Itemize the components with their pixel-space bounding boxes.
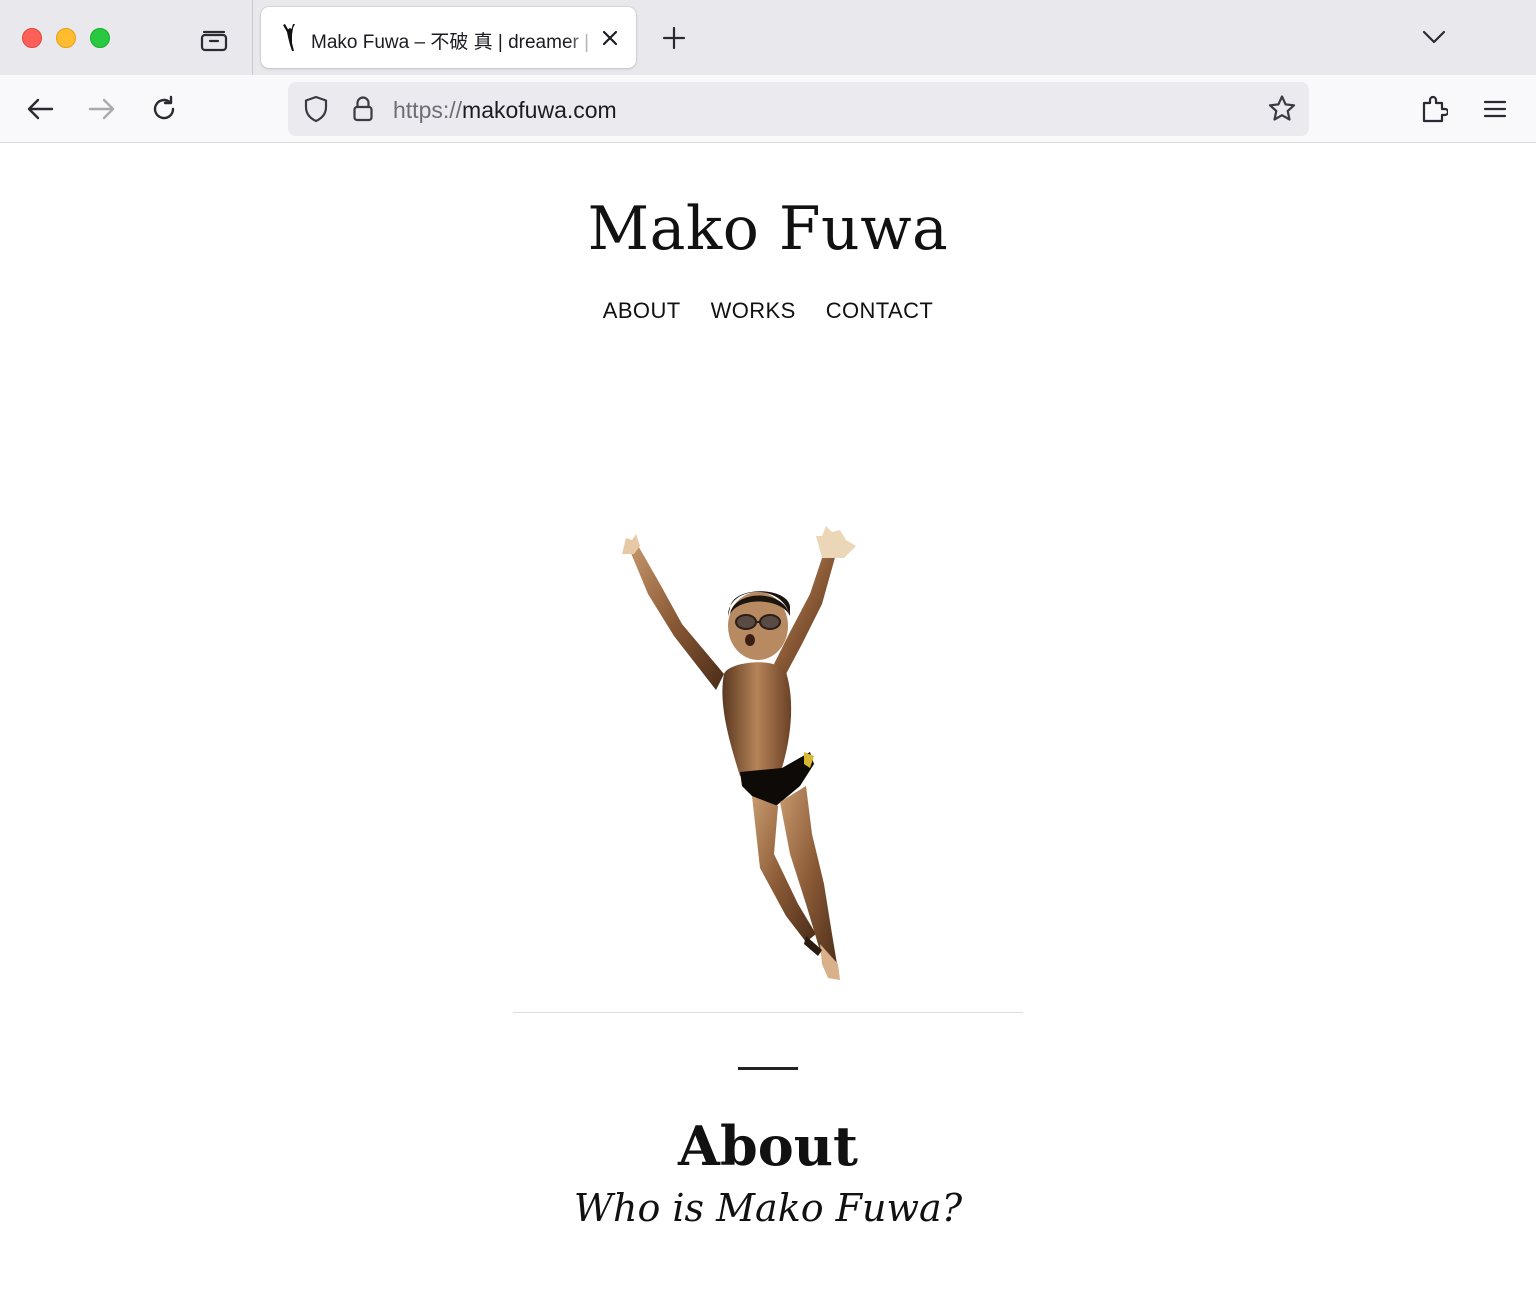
window-zoom-button[interactable] — [90, 28, 110, 48]
chevron-down-icon[interactable] — [1414, 18, 1454, 56]
nav-link-contact[interactable]: CONTACT — [826, 298, 934, 324]
reload-icon[interactable] — [144, 89, 184, 129]
puzzle-icon[interactable] — [1414, 89, 1454, 129]
tab-strip: Mako Fuwa – 不破 真 | dreamer | — [0, 0, 1536, 75]
star-icon[interactable] — [1266, 94, 1298, 124]
arrow-right-icon[interactable] — [82, 89, 122, 129]
about-section-title: About — [678, 1114, 858, 1178]
section-divider — [513, 1012, 1023, 1013]
arrow-left-icon[interactable] — [20, 89, 60, 129]
nav-link-about[interactable]: ABOUT — [603, 298, 681, 324]
tab-strip-separator — [252, 0, 253, 75]
section-accent-rule — [738, 1067, 798, 1070]
hamburger-menu-icon[interactable] — [1475, 89, 1515, 129]
nav-link-works[interactable]: WORKS — [711, 298, 796, 324]
navigation-toolbar: https://makofuwa.com — [0, 75, 1536, 143]
url-bar[interactable]: https://makofuwa.com — [288, 82, 1309, 136]
tabs-tray-icon[interactable] — [196, 22, 232, 56]
close-icon[interactable] — [597, 25, 623, 51]
active-tab[interactable]: Mako Fuwa – 不破 真 | dreamer | — [261, 7, 636, 68]
url-text[interactable]: https://makofuwa.com — [393, 97, 617, 124]
hero-image — [622, 526, 856, 980]
about-section-subtitle: Who is Mako Fuwa? — [573, 1186, 963, 1230]
lock-icon[interactable] — [350, 94, 376, 124]
shield-icon[interactable] — [302, 95, 330, 123]
site-favicon-icon — [279, 23, 301, 53]
tab-title: Mako Fuwa – 不破 真 | dreamer | — [311, 32, 590, 53]
web-page: Mako Fuwa ABOUT WORKS CONTACT About Who … — [0, 144, 1536, 1306]
url-scheme: https:// — [393, 97, 463, 123]
window-close-button[interactable] — [22, 28, 42, 48]
site-navigation: ABOUT WORKS CONTACT — [0, 298, 1536, 324]
window-minimize-button[interactable] — [56, 28, 76, 48]
url-host: makofuwa.com — [462, 97, 617, 123]
site-title[interactable]: Mako Fuwa — [0, 194, 1536, 264]
plus-icon[interactable] — [656, 20, 692, 56]
